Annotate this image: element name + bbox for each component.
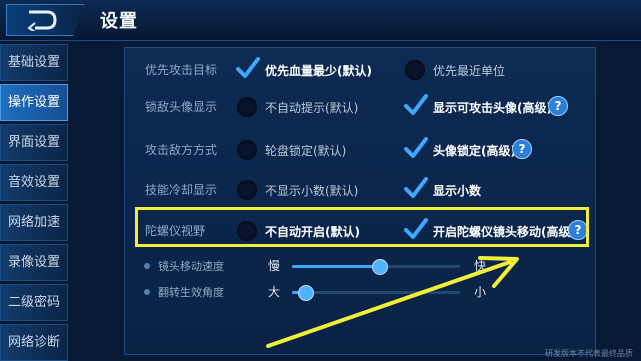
sidebar-item-controls[interactable]: 操作设置 [0,84,68,121]
settings-sidebar: 基础设置 操作设置 界面设置 音效设置 网络加速 录像设置 二级密码 网络诊断 [0,44,70,361]
sidebar-item-basic[interactable]: 基础设置 [0,44,68,81]
watermark: 研发版本不代表最终品质 [545,349,633,358]
setting-row-lock-avatar: 锁敌头像显示 不自动提示(默认) 显示可攻击头像(高级) ? [125,90,595,124]
setting-row-attack-mode: 攻击敌方方式 轮盘锁定(默认) 头像锁定(高级) ? [125,133,595,167]
flip-angle-slider[interactable] [292,285,460,301]
sidebar-item-audio[interactable]: 音效设置 [0,164,68,201]
help-icon[interactable]: ? [512,139,532,159]
slider-handle[interactable] [372,259,389,275]
option-label: 显示小数 [433,184,482,198]
highlight-box [135,207,589,247]
camera-speed-slider[interactable] [292,259,460,275]
sidebar-item-interface[interactable]: 界面设置 [0,124,68,161]
slider-row-camera-speed: 镜头移动速度 慢 快 [125,255,595,277]
bullet-dot [144,289,150,295]
slider-fill [292,265,380,268]
slider-max-label: 小 [474,285,487,299]
sidebar-item-replay[interactable]: 录像设置 [0,244,68,281]
sidebar-item-secondary-password[interactable]: 二级密码 [0,284,68,321]
top-bar: 设置 [0,0,641,41]
sidebar-item-network-diagnosis[interactable]: 网络诊断 [0,324,68,361]
setting-label: 优先攻击目标 [145,63,218,77]
option-label: 头像锁定(高级) [433,144,516,158]
radio-unselected [237,140,257,160]
slider-label: 镜头移动速度 [158,260,224,273]
option-label: 不自动提示(默认) [265,101,359,115]
slider-min-label: 慢 [268,259,281,273]
setting-label: 锁敌头像显示 [145,100,218,114]
option-label: 优先血量最少(默认) [265,64,372,78]
radio-unselected [237,97,257,117]
sidebar-item-network-boost[interactable]: 网络加速 [0,204,68,241]
option-label: 优先最近单位 [433,64,506,78]
checkmark-icon [404,177,428,198]
option-label: 不显示小数(默认) [265,184,359,198]
checkmark-icon [404,137,428,158]
setting-row-cooldown-display: 技能冷却显示 不显示小数(默认) 显示小数 [125,173,595,207]
option-label: 轮盘锁定(默认) [265,144,347,158]
radio-unselected [405,60,425,80]
setting-label: 攻击敌方方式 [145,143,218,157]
checkmark-icon [404,94,428,115]
slider-label: 翻转生效角度 [158,286,224,299]
page-title: 设置 [100,11,138,32]
slider-min-label: 大 [268,285,281,299]
setting-row-target-priority: 优先攻击目标 优先血量最少(默认) 优先最近单位 [125,53,595,87]
settings-panel: 优先攻击目标 优先血量最少(默认) 优先最近单位 锁敌头像显示 不自动提示(默认… [124,47,596,355]
back-arrow-icon [27,10,57,31]
checkmark-icon [236,57,260,78]
slider-row-flip-angle: 翻转生效角度 大 小 [125,281,595,303]
option-label: 显示可攻击头像(高级) [433,101,552,115]
radio-unselected [237,180,257,200]
help-icon[interactable]: ? [548,96,568,116]
slider-handle[interactable] [298,285,315,301]
slider-max-label: 快 [474,259,487,273]
bullet-dot [144,263,150,269]
setting-label: 技能冷却显示 [145,183,218,197]
back-button[interactable] [6,4,84,36]
